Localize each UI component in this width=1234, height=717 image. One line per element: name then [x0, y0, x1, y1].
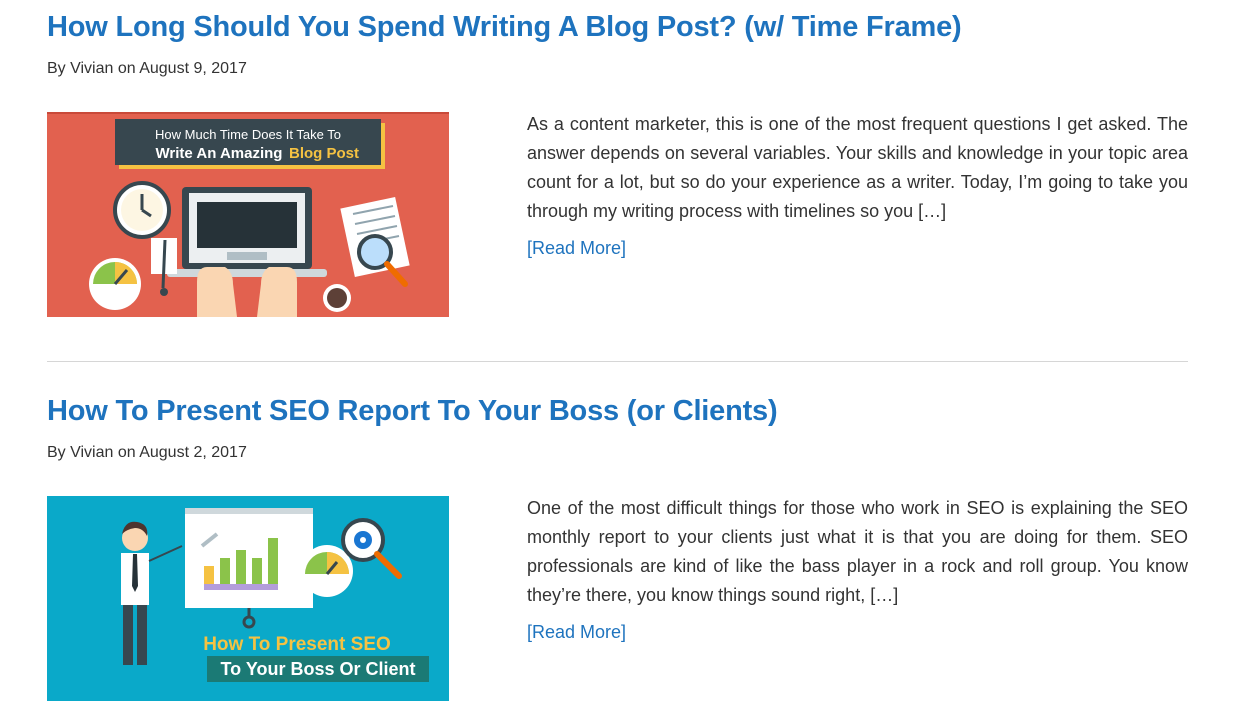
thumb-title-line1: How Much Time Does It Take To [155, 127, 341, 142]
thumb-title-highlight: Blog Post [289, 145, 359, 162]
post-1: How Long Should You Spend Writing A Blog… [47, 10, 1188, 330]
post-divider [47, 361, 1188, 362]
read-more-link[interactable]: [Read More] [527, 622, 626, 643]
post-thumbnail[interactable]: How Much Time Does It Take To Write An A… [47, 112, 449, 317]
seo-report-illustration: How To Present SEO To Your Boss Or Clien… [47, 496, 449, 701]
post-2: How To Present SEO Report To Your Boss (… [47, 394, 1188, 714]
blog-post-time-illustration: How Much Time Does It Take To Write An A… [47, 112, 449, 317]
read-more-link[interactable]: [Read More] [527, 238, 626, 259]
thumb-title-line2: Write An Amazing [156, 145, 283, 162]
post-title[interactable]: How To Present SEO Report To Your Boss (… [47, 394, 1188, 428]
post-title[interactable]: How Long Should You Spend Writing A Blog… [47, 10, 1188, 44]
thumb-title-line2: To Your Boss Or Client [220, 659, 415, 679]
thumb-title-line1: How To Present SEO [203, 634, 391, 655]
post-excerpt: One of the most difficult things for tho… [527, 498, 1188, 605]
post-thumbnail[interactable]: How To Present SEO To Your Boss Or Clien… [47, 496, 449, 701]
post-meta: By Vivian on August 2, 2017 [47, 444, 247, 461]
post-excerpt: As a content marketer, this is one of th… [527, 114, 1188, 221]
post-meta: By Vivian on August 9, 2017 [47, 60, 247, 77]
